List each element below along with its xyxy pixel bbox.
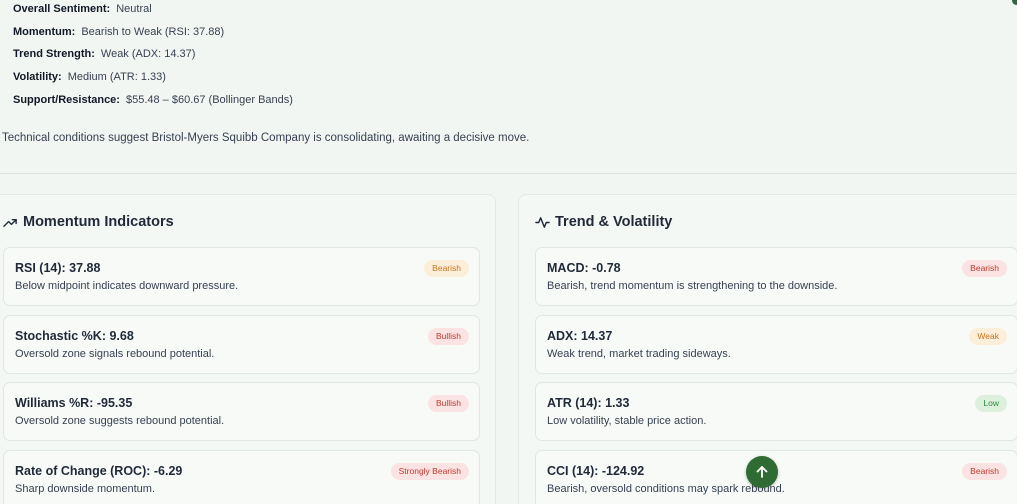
trend-panel-title-text: Trend & Volatility	[555, 214, 673, 230]
indicator-card-stochastic: Stochastic %K: 9.68 Oversold zone signal…	[3, 315, 480, 374]
indicator-card-atr: ATR (14): 1.33 Low volatility, stable pr…	[535, 382, 1017, 441]
summary-row-trend-strength: Trend Strength: Weak (ADX: 14.37)	[13, 48, 195, 60]
summary-key: Trend Strength:	[13, 48, 95, 60]
summary-value: Bearish to Weak (RSI: 37.88)	[81, 26, 225, 38]
indicator-description: Low volatility, stable price action.	[547, 415, 707, 427]
summary-row-volatility: Volatility: Medium (ATR: 1.33)	[13, 71, 166, 83]
indicator-title: ADX: 14.37	[547, 329, 613, 343]
section-divider	[0, 173, 1017, 174]
indicator-title: MACD: -0.78	[547, 261, 621, 275]
analysis-summary: Overall Sentiment: Neutral Momentum: Beari…	[0, 0, 1017, 175]
indicator-title: Rate of Change (ROC): -6.29	[15, 464, 183, 478]
indicator-title: CCI (14): -124.92	[547, 464, 645, 478]
signal-badge: Low	[975, 395, 1007, 412]
indicator-description: Weak trend, market trading sideways.	[547, 348, 731, 360]
signal-badge: Strongly Bearish	[390, 463, 469, 480]
summary-key: Support/Resistance:	[13, 94, 120, 106]
momentum-panel-title: Momentum Indicators	[3, 214, 174, 230]
indicator-title: ATR (14): 1.33	[547, 396, 630, 410]
summary-value: Medium (ATR: 1.33)	[67, 71, 166, 83]
summary-key: Momentum:	[13, 26, 76, 38]
arrow-up-icon	[756, 466, 768, 478]
summary-row-sentiment: Overall Sentiment: Neutral	[13, 3, 152, 15]
indicator-card-macd: MACD: -0.78 Bearish, trend momentum is s…	[535, 247, 1017, 306]
indicator-title: RSI (14): 37.88	[15, 261, 101, 275]
signal-badge: Weak	[969, 328, 1007, 345]
summary-key: Volatility:	[13, 71, 62, 83]
signal-badge: Bearish	[962, 260, 1007, 277]
momentum-indicators-panel: Momentum Indicators RSI (14): 37.88 Belo…	[0, 194, 496, 504]
summary-value: $55.48 – $60.67 (Bollinger Bands)	[125, 94, 293, 106]
trend-panel-title: Trend & Volatility	[535, 214, 672, 230]
indicator-description: Oversold zone signals rebound potential.	[15, 348, 215, 360]
signal-badge: Bearish	[962, 463, 1007, 480]
scroll-to-top-button[interactable]	[746, 456, 778, 488]
indicator-description: Sharp downside momentum.	[15, 483, 156, 495]
indicator-card-roc: Rate of Change (ROC): -6.29 Sharp downsi…	[3, 450, 480, 504]
signal-badge: Bullish	[427, 395, 469, 412]
activity-pulse-icon	[535, 216, 550, 228]
corner-indicator	[1012, 0, 1017, 5]
indicator-card-adx: ADX: 14.37 Weak trend, market trading si…	[535, 315, 1017, 374]
summary-key: Overall Sentiment:	[13, 3, 111, 15]
momentum-panel-title-text: Momentum Indicators	[23, 214, 174, 230]
summary-value: Weak (ADX: 14.37)	[100, 48, 196, 60]
indicator-description: Oversold zone suggests rebound potential…	[15, 415, 225, 427]
indicator-description: Bearish, trend momentum is strengthening…	[547, 280, 838, 292]
signal-badge: Bearish	[424, 260, 469, 277]
summary-note: Technical conditions suggest Bristol-Mye…	[2, 132, 530, 144]
summary-row-support-resistance: Support/Resistance: $55.48 – $60.67 (Boll…	[13, 94, 293, 106]
indicator-description: Bearish, oversold conditions may spark r…	[547, 483, 785, 495]
indicator-title: Williams %R: -95.35	[15, 396, 133, 410]
signal-badge: Bullish	[427, 328, 469, 345]
summary-row-momentum: Momentum: Bearish to Weak (RSI: 37.88)	[13, 26, 224, 38]
trending-up-icon	[3, 218, 17, 227]
summary-value: Neutral	[116, 3, 152, 15]
indicator-card-rsi: RSI (14): 37.88 Below midpoint indicates…	[3, 247, 480, 306]
indicator-description: Below midpoint indicates downward pressu…	[15, 280, 239, 292]
indicator-title: Stochastic %K: 9.68	[15, 329, 134, 343]
indicator-card-williams: Williams %R: -95.35 Oversold zone sugges…	[3, 382, 480, 441]
